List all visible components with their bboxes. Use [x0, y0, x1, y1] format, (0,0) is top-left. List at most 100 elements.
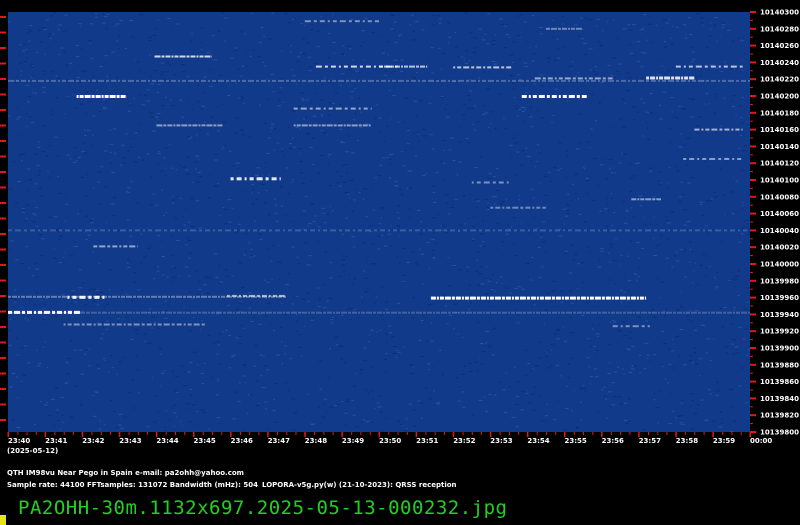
noise-speck [517, 35, 521, 37]
noise-speck [13, 298, 17, 300]
noise-speck [451, 265, 456, 266]
noise-speck [299, 52, 302, 54]
signal-segment [101, 295, 107, 298]
time-minor-tick [17, 432, 19, 435]
noise-speck [732, 307, 736, 309]
noise-speck [610, 193, 613, 195]
noise-speck [632, 24, 636, 26]
noise-speck [202, 412, 207, 414]
signal-segment [86, 311, 90, 314]
signal-segment [470, 229, 476, 232]
signal-segment [675, 65, 681, 68]
signal-segment [428, 79, 434, 82]
signal-segment [201, 323, 205, 326]
noise-speck [440, 225, 442, 227]
noise-speck [92, 395, 94, 397]
noise-speck [206, 133, 209, 135]
noise-speck [23, 43, 27, 45]
signal-segment [548, 311, 551, 314]
signal-segment [326, 124, 333, 127]
noise-speck [551, 290, 555, 292]
noise-speck [448, 314, 452, 316]
signal-segment [302, 79, 306, 82]
signal-segment [621, 79, 626, 82]
signal-segment [647, 325, 650, 328]
noise-speck [330, 205, 332, 207]
signal-segment [512, 79, 516, 82]
noise-speck [608, 362, 611, 364]
noise-speck [426, 242, 430, 244]
signal-segment [291, 79, 296, 82]
signal-segment [409, 229, 412, 232]
noise-speck [247, 292, 252, 294]
signal-segment [204, 55, 211, 58]
signal-segment [398, 311, 401, 314]
signal-segment [358, 311, 360, 314]
signal-segment [152, 79, 156, 82]
noise-speck [422, 283, 424, 285]
time-minor-tick [740, 432, 742, 435]
noise-speck [234, 50, 237, 52]
signal-segment [645, 229, 651, 232]
noise-speck [468, 362, 472, 364]
signal-segment [170, 229, 175, 232]
noise-speck [509, 408, 511, 410]
noise-speck [109, 129, 112, 131]
noise-speck [37, 363, 42, 365]
signal-segment [77, 311, 82, 314]
time-minor-tick [481, 432, 482, 435]
noise-speck [487, 209, 490, 210]
noise-speck [397, 212, 399, 214]
noise-speck [700, 204, 702, 205]
noise-speck [126, 191, 129, 193]
noise-speck [430, 322, 433, 324]
noise-speck [56, 409, 59, 411]
noise-speck [287, 22, 291, 24]
noise-speck [539, 236, 543, 238]
noise-speck [146, 89, 150, 91]
noise-speck [439, 350, 442, 351]
noise-speck [153, 266, 156, 268]
time-label: 23:51 [416, 437, 438, 445]
noise-speck [407, 143, 410, 145]
signal-segment [348, 20, 352, 23]
signal-segment [395, 65, 400, 68]
signal-segment [362, 124, 368, 127]
noise-speck [403, 346, 405, 348]
noise-speck [227, 199, 232, 201]
signal-segment [104, 95, 109, 98]
noise-speck [657, 422, 659, 424]
noise-speck [290, 45, 292, 47]
noise-speck [175, 240, 180, 241]
noise-speck [317, 241, 319, 242]
noise-speck [642, 135, 644, 137]
noise-speck [130, 339, 134, 340]
noise-speck [252, 49, 255, 51]
noise-speck [369, 18, 371, 20]
noise-speck [64, 14, 68, 16]
signal-segment [161, 55, 165, 58]
noise-speck [579, 388, 583, 389]
noise-speck [704, 420, 708, 422]
noise-speck [321, 416, 326, 418]
noise-speck [518, 58, 522, 60]
time-minor-tick [443, 432, 445, 435]
signal-segment [323, 229, 327, 232]
noise-speck [120, 164, 123, 166]
signal-segment [633, 229, 635, 232]
noise-speck [271, 12, 275, 14]
noise-speck [28, 267, 30, 269]
noise-speck [549, 181, 553, 182]
noise-speck [151, 193, 154, 195]
signal-segment [631, 198, 637, 201]
noise-speck [336, 182, 340, 184]
signal-segment [625, 229, 630, 232]
noise-speck [78, 287, 83, 289]
noise-speck [98, 428, 101, 430]
noise-speck [688, 310, 692, 312]
noise-speck [656, 223, 658, 225]
noise-speck [83, 70, 87, 72]
signal-segment [38, 79, 44, 82]
noise-speck [235, 162, 240, 164]
noise-speck [582, 384, 585, 386]
